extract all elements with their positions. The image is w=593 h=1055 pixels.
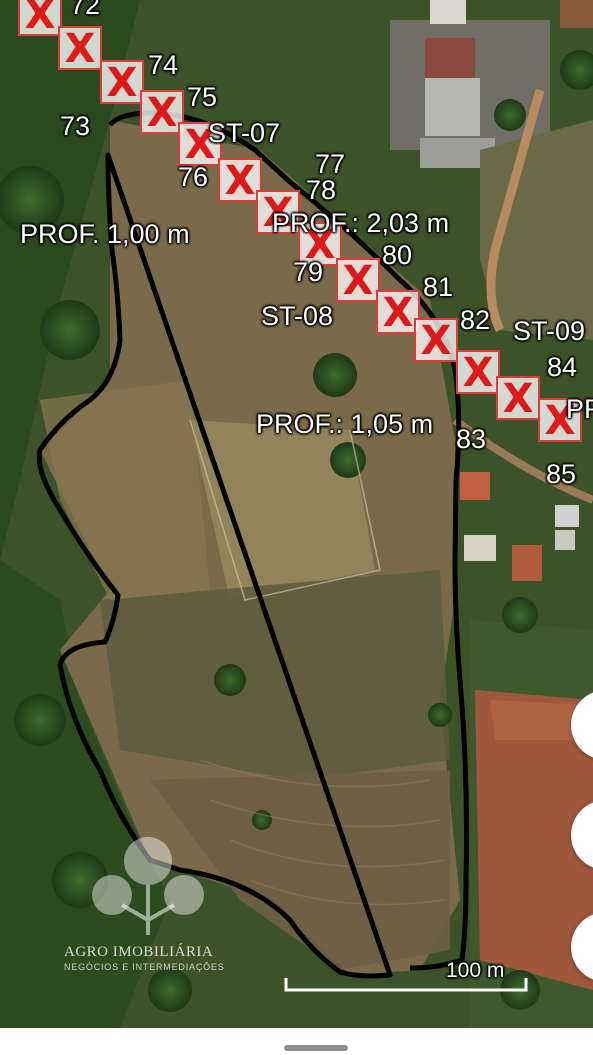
survey-marker[interactable]: X — [100, 60, 144, 104]
point-label: 81 — [423, 272, 454, 302]
point-label: 72 — [70, 0, 101, 20]
survey-marker[interactable]: X — [456, 350, 500, 394]
station-label: ST-07 — [208, 118, 281, 148]
survey-marker[interactable]: X — [18, 0, 62, 36]
point-label: 82 — [460, 305, 491, 335]
survey-marker[interactable]: X — [336, 258, 380, 302]
point-label: 84 — [547, 352, 578, 382]
home-indicator[interactable] — [284, 1045, 348, 1051]
point-label: 80 — [382, 240, 413, 270]
depth-label: PROF.: 2,03 m — [272, 208, 450, 238]
station-label: ST-09 — [513, 316, 586, 346]
watermark-tagline: NEGÓCIOS E INTERMEDIAÇÕES — [64, 962, 225, 972]
depth-label: PROF.: 1,05 m — [256, 409, 434, 439]
watermark-name: AGRO IMOBILIÁRIA — [64, 944, 214, 960]
screen: X X X X X X X X X X X X X X 72 73 74 75 … — [0, 0, 593, 1055]
point-label: 75 — [187, 82, 218, 112]
survey-marker[interactable]: X — [496, 376, 540, 420]
survey-marker[interactable]: X — [58, 26, 102, 70]
scale-bar — [284, 978, 528, 992]
point-label: 79 — [293, 257, 324, 287]
point-label: 73 — [60, 111, 91, 141]
depth-label: PR — [566, 394, 593, 424]
point-label: 85 — [546, 459, 577, 489]
point-label: 76 — [178, 162, 209, 192]
depth-label: PROF. 1,00 m — [20, 219, 190, 249]
point-label: 83 — [456, 424, 487, 454]
point-label: 77 — [315, 149, 346, 179]
survey-marker[interactable]: X — [414, 318, 458, 362]
map-view[interactable]: X X X X X X X X X X X X X X 72 73 74 75 … — [0, 0, 593, 1028]
point-label: 78 — [306, 175, 337, 205]
point-label: 74 — [148, 50, 179, 80]
station-label: ST-08 — [261, 301, 334, 331]
